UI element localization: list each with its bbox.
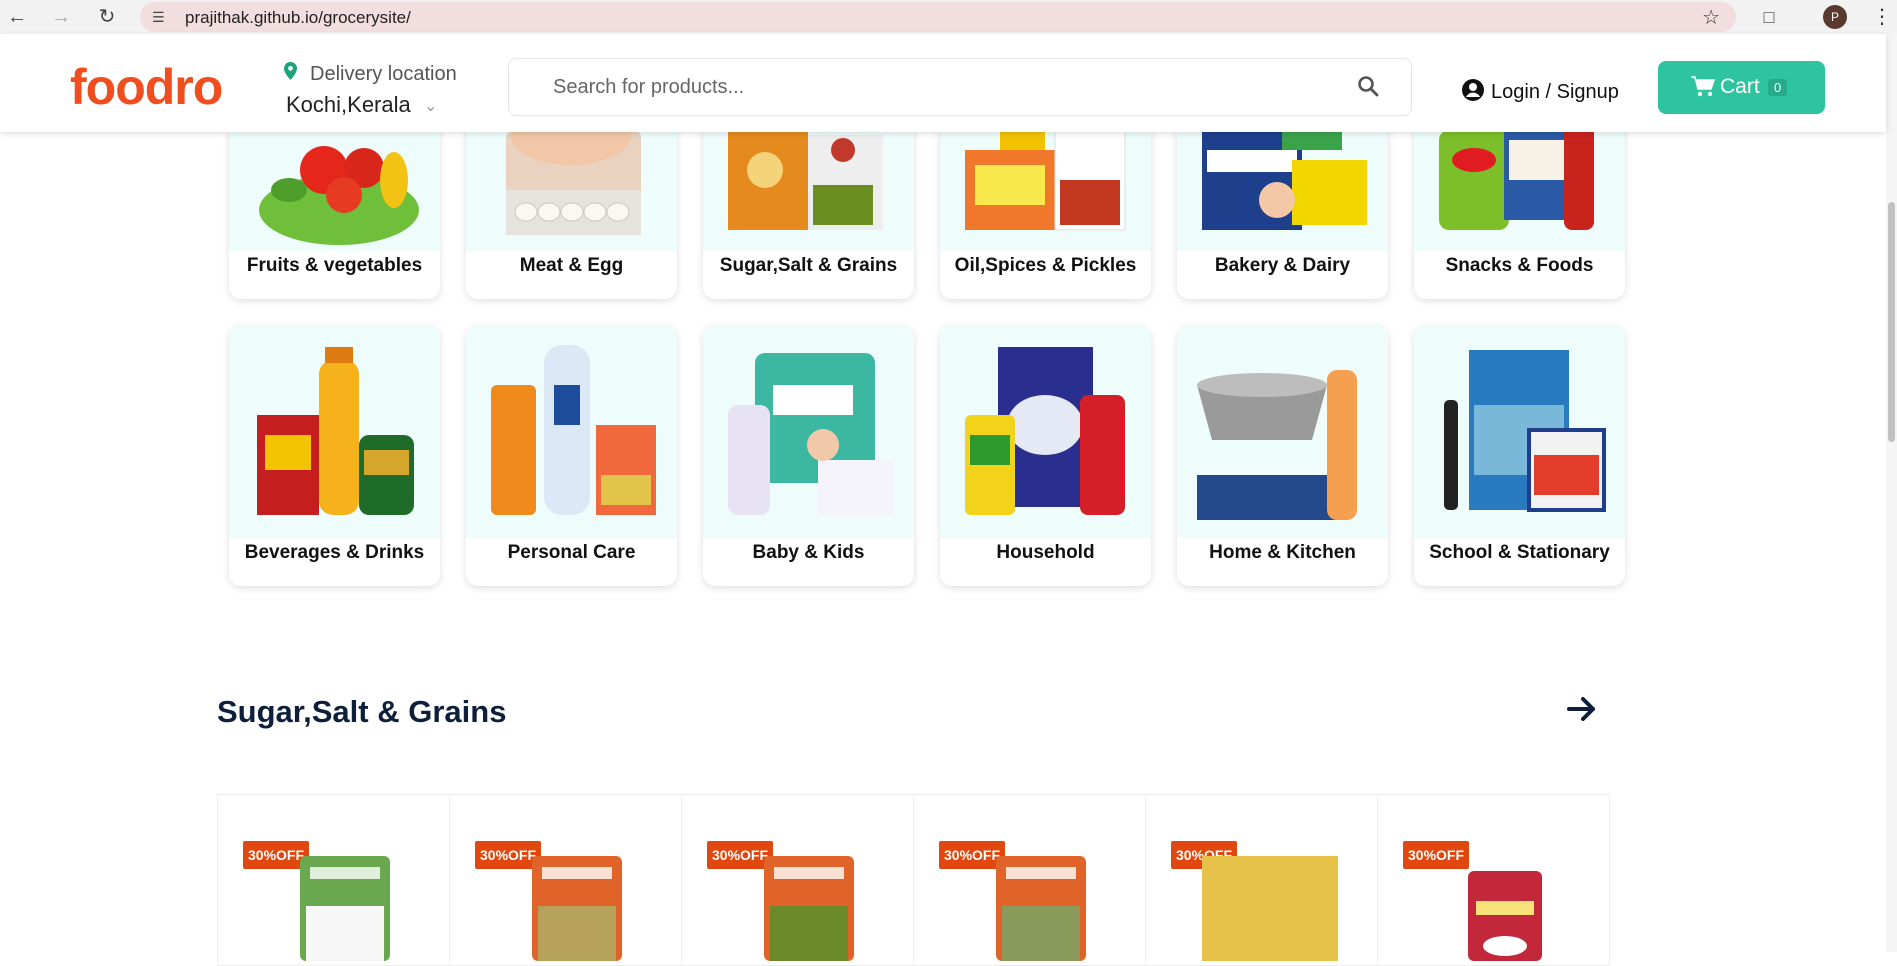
cart-count-badge: 0: [1768, 79, 1788, 96]
forward-icon[interactable]: →: [48, 4, 74, 30]
category-label[interactable]: Baby & Kids: [703, 542, 914, 564]
category-image: [1414, 325, 1625, 538]
category-card-beverages-drinks[interactable]: Beverages & Drinks: [229, 325, 440, 586]
category-card-school-stationary[interactable]: School & Stationary: [1414, 325, 1625, 586]
site-header: foodro Delivery location Kochi,Kerala ⌄ …: [0, 34, 1886, 132]
cart-button[interactable]: Cart 0: [1658, 61, 1825, 114]
profile-avatar[interactable]: P: [1823, 5, 1847, 29]
chevron-down-icon[interactable]: ⌄: [424, 96, 437, 116]
reload-icon[interactable]: ↻: [94, 4, 120, 30]
category-card-personal-care[interactable]: Personal Care: [466, 325, 677, 586]
search-box: [508, 58, 1412, 116]
category-label[interactable]: Oil,Spices & Pickles: [940, 255, 1151, 277]
product-image: [1202, 856, 1338, 961]
product-card[interactable]: 30%OFF: [449, 794, 682, 966]
product-image: [996, 856, 1086, 961]
site-settings-icon[interactable]: ☰: [152, 8, 170, 26]
section-title: Sugar,Salt & Grains: [217, 694, 507, 729]
site-logo[interactable]: foodro: [70, 58, 223, 116]
category-card-baby-kids[interactable]: Baby & Kids: [703, 325, 914, 586]
category-label[interactable]: Meat & Egg: [466, 255, 677, 277]
login-label[interactable]: Login / Signup: [1491, 81, 1619, 103]
beverages-drinks-image: [257, 347, 414, 515]
delivery-city[interactable]: Kochi,Kerala: [286, 92, 411, 118]
delivery-location-label: Delivery location: [310, 63, 457, 85]
back-icon[interactable]: ←: [4, 4, 30, 30]
product-card[interactable]: 30%OFF: [1145, 794, 1378, 966]
search-input[interactable]: [551, 75, 1335, 100]
category-label[interactable]: Personal Care: [466, 542, 677, 564]
category-label[interactable]: Household: [940, 542, 1151, 564]
url-text[interactable]: prajithak.github.io/grocerysite/: [185, 8, 411, 28]
product-card[interactable]: 30%OFF: [1377, 794, 1610, 966]
category-image: [466, 325, 677, 538]
category-image: [1177, 325, 1388, 538]
search-icon[interactable]: [1357, 75, 1379, 97]
shopping-cart-icon: [1691, 76, 1715, 97]
page-scrollbar[interactable]: [1886, 34, 1897, 952]
category-label[interactable]: Snacks & Foods: [1414, 255, 1625, 277]
product-card[interactable]: 30%OFF: [217, 794, 450, 966]
category-card-household[interactable]: Household: [940, 325, 1151, 586]
category-card-home-kitchen[interactable]: Home & Kitchen: [1177, 325, 1388, 586]
category-label[interactable]: Fruits & vegetables: [229, 255, 440, 277]
scrollbar-thumb[interactable]: [1888, 202, 1895, 442]
login-signup-link[interactable]: Login / Signup: [1461, 78, 1619, 104]
school-stationary-image: [1444, 350, 1606, 512]
address-bar[interactable]: ☰ prajithak.github.io/grocerysite/ ☆: [140, 2, 1736, 32]
category-label[interactable]: Bakery & Dairy: [1177, 255, 1388, 277]
product-card[interactable]: 30%OFF: [913, 794, 1146, 966]
location-pin-icon: [284, 62, 297, 80]
product-image: [764, 856, 854, 961]
category-image: [940, 325, 1151, 538]
extensions-icon[interactable]: □: [1756, 4, 1782, 30]
bookmark-star-icon[interactable]: ☆: [1702, 5, 1720, 30]
product-card[interactable]: 30%OFF: [681, 794, 914, 966]
category-label[interactable]: Home & Kitchen: [1177, 542, 1388, 564]
browser-menu-icon[interactable]: ⋮: [1872, 4, 1892, 29]
personal-care-image: [491, 345, 656, 515]
category-image: [229, 325, 440, 538]
product-image: [532, 856, 622, 961]
home-kitchen-image: [1197, 370, 1357, 520]
browser-toolbar: ← → ↻ ☰ prajithak.github.io/grocerysite/…: [0, 0, 1897, 34]
category-label[interactable]: Beverages & Drinks: [229, 542, 440, 564]
arrow-right-icon[interactable]: [1566, 693, 1598, 725]
user-circle-icon: [1462, 79, 1484, 101]
baby-kids-image: [728, 353, 893, 515]
product-image: [300, 856, 390, 961]
category-image: [703, 325, 914, 538]
category-label[interactable]: School & Stationary: [1414, 542, 1625, 564]
category-label[interactable]: Sugar,Salt & Grains: [703, 255, 914, 277]
cart-label[interactable]: Cart: [1720, 75, 1760, 99]
product-image: [1468, 871, 1542, 961]
household-image: [965, 347, 1125, 515]
